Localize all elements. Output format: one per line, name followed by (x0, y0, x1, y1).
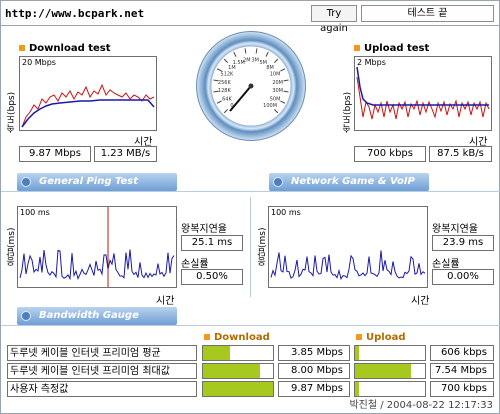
bw-download-fill (203, 382, 273, 396)
bw-upload-header: Upload (356, 332, 405, 343)
game-ping-graph: 100 ms (268, 206, 428, 288)
game-rtt-value: 23.9 ms (432, 235, 494, 251)
bw-upload-fill (355, 346, 359, 360)
gauge-tick-label: 2M (243, 57, 251, 63)
download-series-red (21, 83, 155, 128)
bw-upload-bar (354, 363, 426, 379)
download-ylabel: 속도(bps) (7, 91, 17, 133)
gauge-tick-label: 100M (263, 103, 277, 109)
site-url: http://www.bcpark.net (5, 7, 145, 20)
gauge-tick-label: 64K (222, 96, 232, 102)
upload-test-title: Upload test (354, 43, 429, 54)
general-rtt-value: 25.1 ms (181, 235, 243, 251)
gauge-tick-label: 20M (272, 80, 283, 86)
general-ping-title: General Ping Test (39, 176, 139, 187)
upload-series-blue (356, 66, 489, 106)
general-rtt-label: 왕복지연율 (181, 224, 227, 235)
bw-upload-fill (355, 364, 411, 378)
bw-download-fill (203, 346, 231, 360)
bandwidth-divider (1, 325, 500, 326)
general-loss-label: 손실률 (181, 259, 209, 270)
bw-upload-value: 7.54 Mbps (430, 363, 494, 379)
game-ping-xlabel: 시간 (411, 296, 430, 307)
ping-series (270, 250, 426, 281)
gauge-tick-label: 256K (218, 80, 232, 86)
bw-download-value: 8.00 Mbps (278, 363, 350, 379)
bw-upload-bar (354, 381, 426, 397)
bandwidth-title-bar: Bandwidth Gauge (17, 307, 177, 325)
bw-download-value: 3.85 Mbps (278, 345, 350, 361)
bullet-icon (21, 177, 31, 187)
download-graph: 20 Mbps (19, 56, 157, 131)
general-ping-svg (19, 207, 175, 287)
upload-series-red (356, 76, 490, 120)
gauge-tick-label: 30M (272, 88, 283, 94)
upload-graph: 2 Mbps (354, 56, 492, 131)
bw-download-fill (203, 364, 260, 378)
upload-ylabel: 속도(bps) (343, 91, 353, 133)
upload-bytes-value: 87.5 kB/s (429, 146, 492, 162)
bullet-icon (354, 45, 360, 51)
bullet-icon (273, 177, 283, 187)
bw-download-header-label: Download (214, 332, 270, 343)
bw-download-header: Download (204, 332, 270, 343)
bandwidth-title: Bandwidth Gauge (39, 310, 139, 321)
gauge-tick-label: 128K (218, 88, 232, 94)
game-loss-value: 0.00% (432, 269, 494, 285)
bw-download-bar (202, 381, 274, 397)
bw-upload-value: 606 kbps (430, 345, 494, 361)
upload-test-label: Upload test (364, 43, 430, 54)
signature: 박진철 / 2004-08-22 12:17:33 (349, 400, 493, 411)
ping-divider (1, 191, 500, 192)
bw-row-label: 두루넷 케이블 인터넷 프리미엄 평균 (7, 345, 197, 361)
download-graph-svg (21, 83, 155, 128)
status-field: 테스트 끝 (361, 5, 494, 22)
ping-series (19, 249, 175, 281)
upload-bps-value: 700 kbps (354, 146, 426, 162)
game-ping-svg (270, 250, 426, 281)
download-test-title: Download test (19, 43, 111, 54)
gauge-tick-label: 10M (270, 72, 281, 78)
bw-download-value: 9.87 Mbps (278, 381, 350, 397)
bw-download-bar (202, 345, 274, 361)
bullet-icon (21, 311, 31, 321)
bw-row-label: 사용자 측정값 (7, 381, 197, 397)
gauge-tick-label: 3M (251, 57, 259, 63)
general-ping-title-bar: General Ping Test (17, 173, 177, 191)
upload-graph-svg (356, 66, 490, 120)
game-rtt-label: 왕복지연율 (432, 224, 478, 235)
bullet-icon (356, 334, 362, 340)
bw-upload-header-label: Upload (366, 332, 406, 343)
ping-split (250, 197, 251, 297)
download-bps-value: 9.87 Mbps (19, 146, 91, 162)
general-ping-graph: 100 ms (17, 206, 177, 288)
download-series-blue (21, 99, 155, 128)
gauge-hub (248, 83, 254, 89)
general-ping-xlabel: 시간 (156, 296, 175, 307)
bullet-icon (204, 334, 210, 340)
game-loss-label: 손실률 (432, 259, 460, 270)
try-again-button[interactable]: Try again (311, 5, 357, 34)
gauge-tick-label: 512K (221, 72, 235, 78)
download-test-label: Download test (29, 43, 111, 54)
bullet-icon (19, 45, 25, 51)
header-divider (1, 25, 500, 26)
general-loss-value: 0.50% (181, 269, 243, 285)
bw-row-label: 두루넷 케이블 인터넷 프리미엄 최대값 (7, 363, 197, 379)
gauge-tick-label: 8M (266, 65, 274, 71)
bw-upload-value: 700 kbps (430, 381, 494, 397)
gauge-tick-label: 50M (270, 96, 281, 102)
bw-upload-bar (354, 345, 426, 361)
gauge-face-svg: 064K128K256K512K1M1.5M2M 3M 5M8M10M20M30M5… (210, 45, 292, 127)
speed-test-app: { "header": { "url": "http://www.bcpark.… (0, 0, 500, 414)
download-bytes-value: 1.23 MB/s (94, 146, 157, 162)
bw-upload-fill (355, 382, 360, 396)
bw-download-bar (202, 363, 274, 379)
game-ping-title-bar: Network Game & VoIP Test (269, 173, 429, 205)
